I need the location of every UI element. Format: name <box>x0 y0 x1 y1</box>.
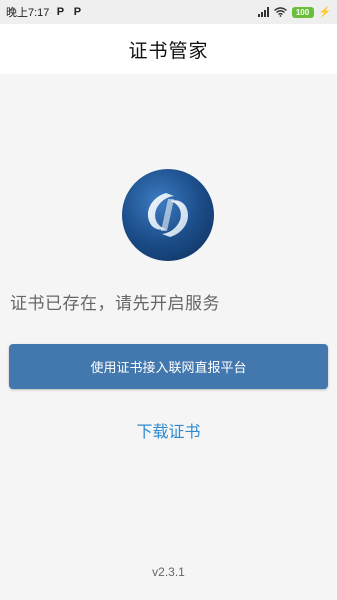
app-header: 证书管家 <box>0 24 337 74</box>
battery-icon: 100 <box>291 6 314 18</box>
wifi-icon <box>273 7 287 17</box>
download-certificate-link[interactable]: 下载证书 <box>0 418 337 442</box>
status-right: 100 ⚡ <box>257 0 331 24</box>
charging-bolt-icon: ⚡ <box>318 6 331 18</box>
status-bar: 晚上7:17 P P 100 ⚡ <box>0 0 337 24</box>
app-logo <box>122 169 214 261</box>
status-message: 证书已存在，请先开启服务 <box>10 294 220 314</box>
page-title: 证书管家 <box>128 39 209 62</box>
connect-platform-button[interactable]: 使用证书接入联网直报平台 <box>9 344 328 389</box>
parking-notification-icon: P <box>56 6 65 18</box>
version-label: v2.3.1 <box>152 565 185 579</box>
parking-notification-icon: P <box>73 6 82 18</box>
signal-icon <box>257 7 269 17</box>
status-left: 晚上7:17 P P <box>6 0 83 24</box>
status-time: 晚上7:17 <box>6 7 50 19</box>
